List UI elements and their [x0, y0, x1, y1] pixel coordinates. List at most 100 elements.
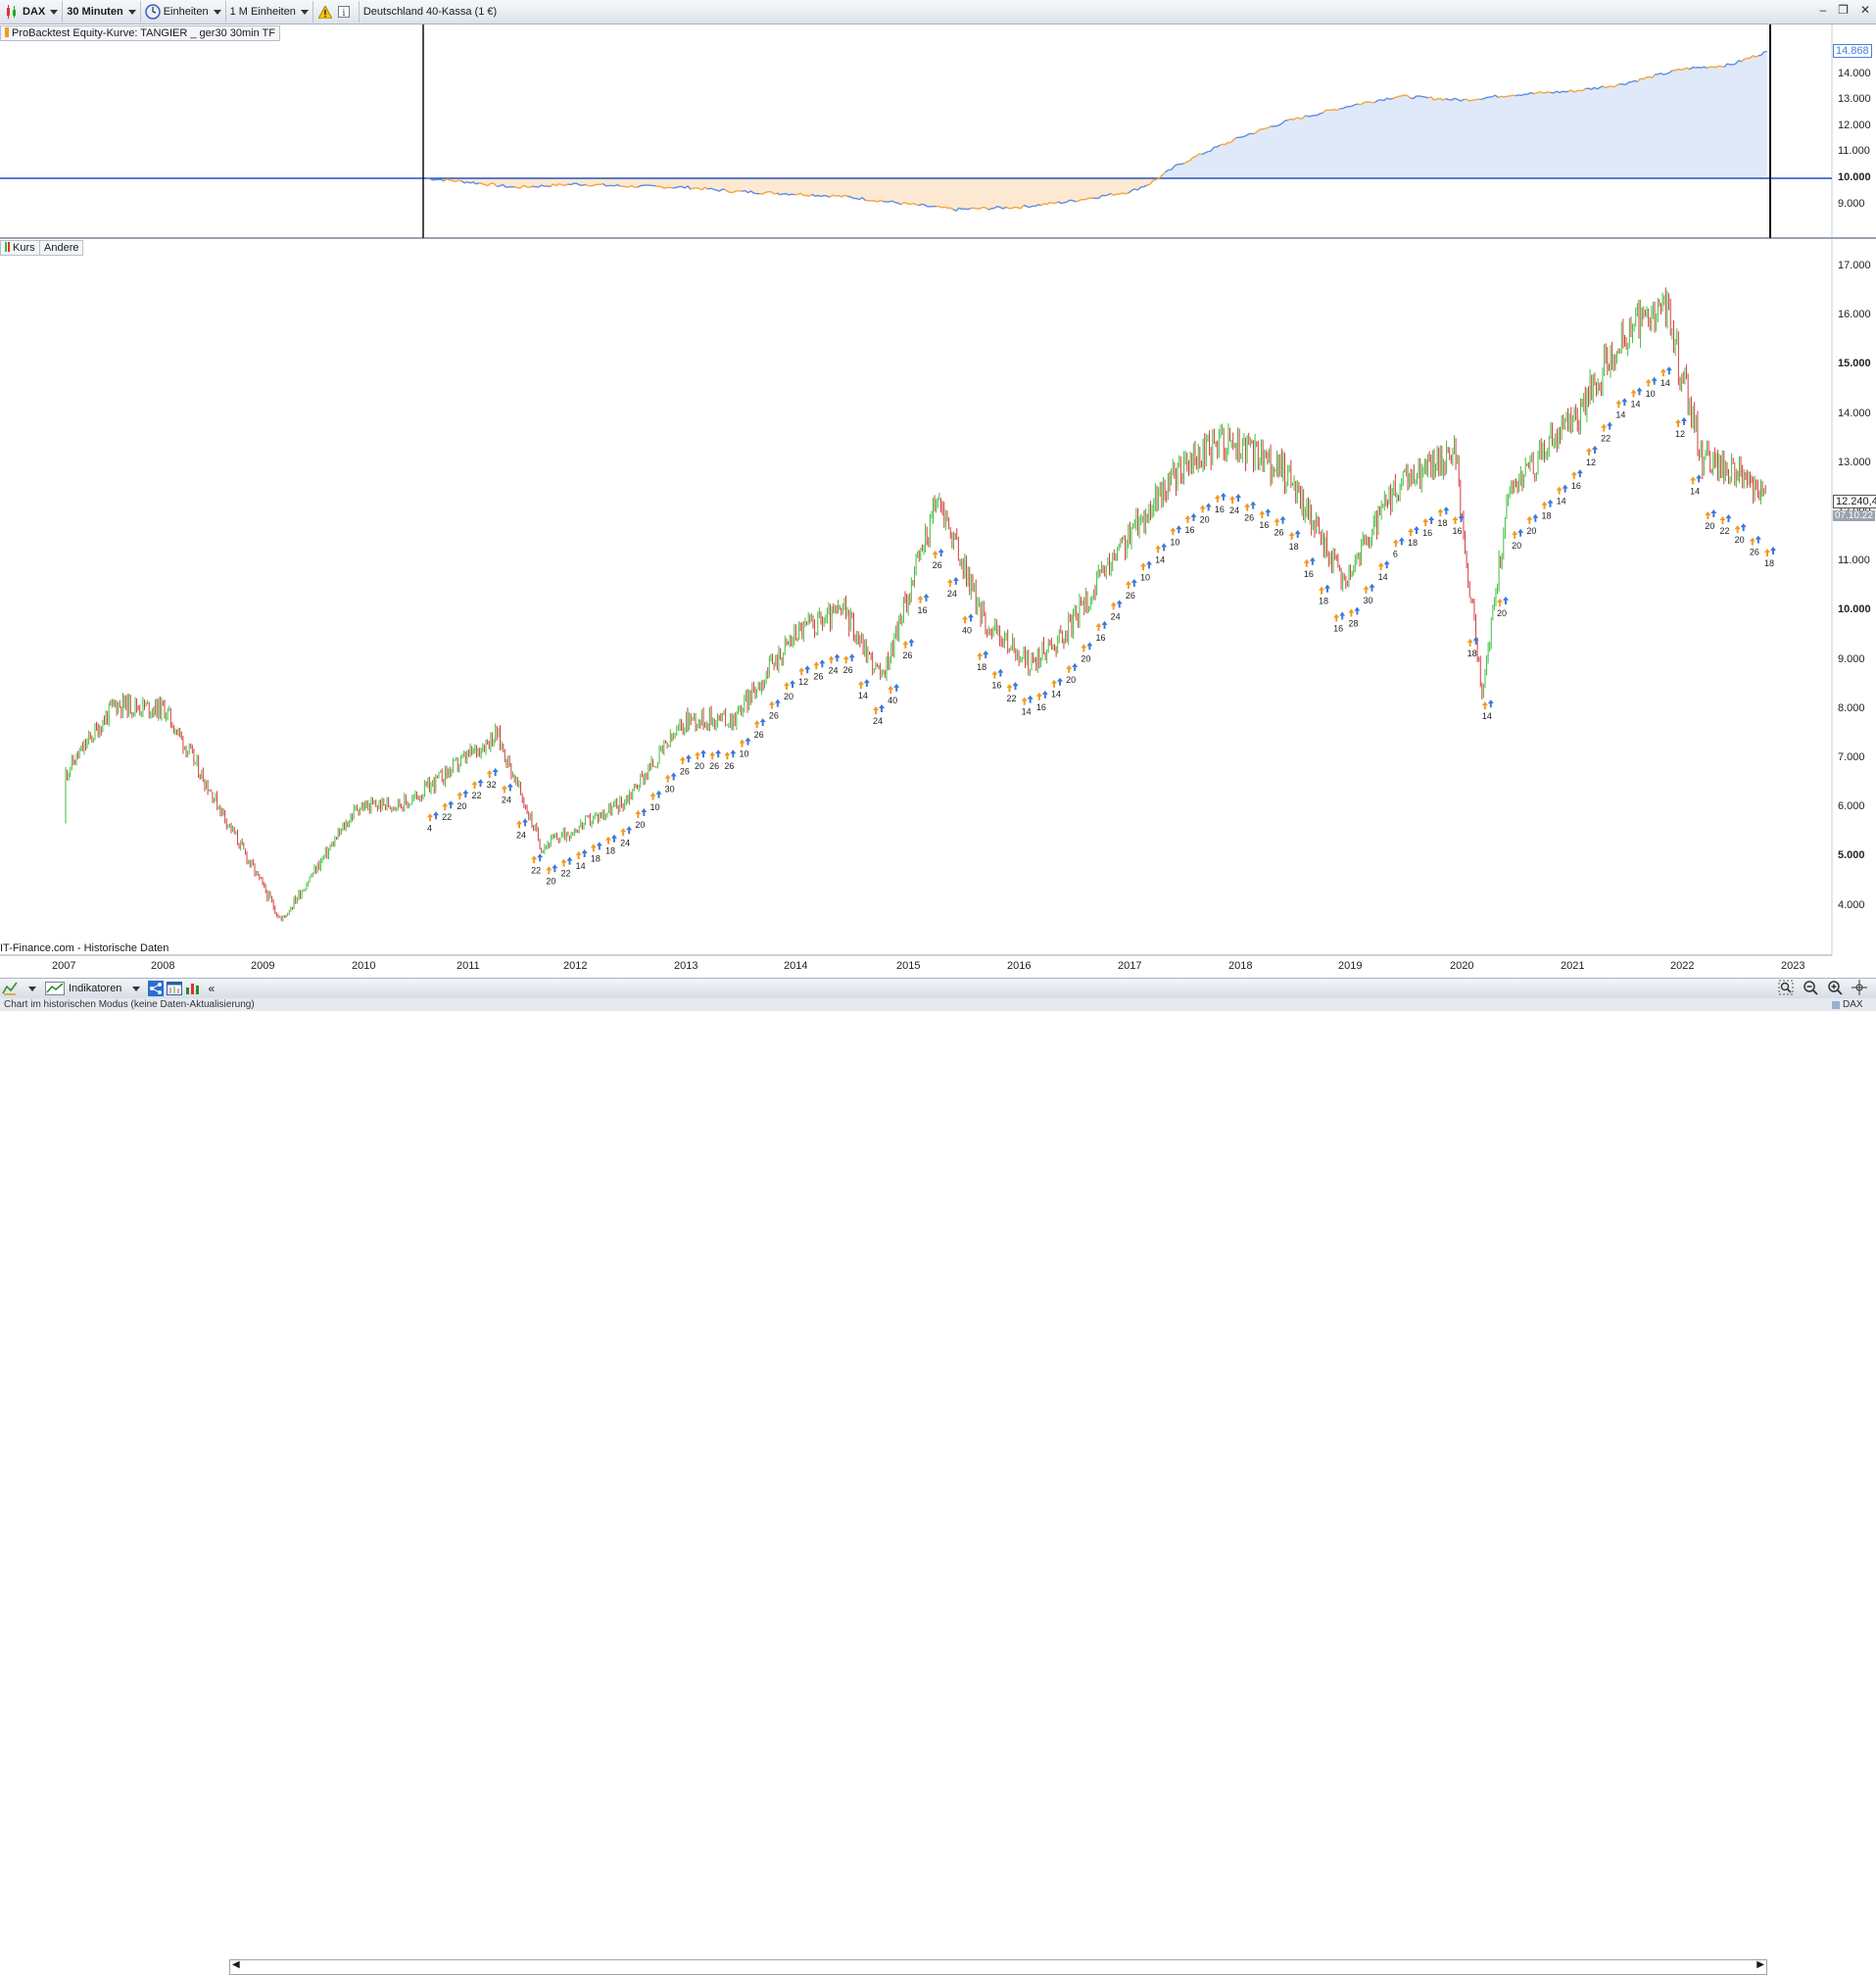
trade-marker[interactable]: 20 — [546, 864, 557, 886]
trade-marker[interactable]: 18 — [1408, 526, 1419, 548]
trade-marker[interactable]: 26 — [1275, 516, 1286, 538]
trade-marker[interactable]: 10 — [1140, 560, 1152, 582]
zoom-fit-icon[interactable] — [1778, 980, 1794, 995]
trade-marker[interactable]: 20 — [695, 749, 706, 771]
trade-marker[interactable]: 18 — [1764, 547, 1776, 568]
trade-marker[interactable]: 22 — [442, 800, 454, 822]
trade-marker[interactable]: 20 — [1081, 642, 1092, 663]
trade-marker[interactable]: 16 — [1096, 621, 1108, 643]
trade-marker[interactable]: 22 — [1007, 682, 1019, 703]
trade-marker[interactable]: 22 — [561, 857, 573, 879]
trade-marker[interactable]: 26 — [843, 653, 855, 675]
trade-marker[interactable]: 32 — [487, 768, 499, 790]
trade-marker[interactable]: 14 — [1051, 678, 1063, 699]
trade-marker[interactable]: 22 — [472, 779, 484, 800]
trade-marker[interactable]: 14 — [1631, 387, 1643, 409]
trade-marker[interactable]: 20 — [1512, 529, 1523, 551]
trade-marker[interactable]: 16 — [1571, 469, 1583, 491]
trade-marker[interactable]: 16 — [918, 594, 930, 615]
trade-marker[interactable]: 4 — [427, 811, 439, 833]
trade-marker[interactable]: 14 — [1615, 398, 1627, 419]
scroll-left-icon[interactable]: ◀ — [232, 1959, 240, 1970]
trade-marker[interactable]: 20 — [1526, 514, 1538, 536]
trade-marker[interactable]: 10 — [1646, 377, 1658, 399]
trade-marker[interactable]: 26 — [1126, 579, 1137, 601]
trade-marker[interactable]: 14 — [576, 849, 588, 871]
draw-tool-icon[interactable] — [2, 981, 18, 996]
zoom-out-icon[interactable] — [1803, 980, 1818, 995]
chart-window-icon[interactable] — [167, 981, 182, 996]
trade-marker[interactable]: 30 — [665, 773, 677, 795]
trade-marker[interactable]: 14 — [1022, 696, 1034, 717]
trade-marker[interactable]: 20 — [635, 808, 647, 830]
trade-marker[interactable]: 22 — [531, 853, 543, 875]
chevron-down-icon[interactable] — [132, 987, 140, 991]
trade-marker[interactable]: 16 — [1259, 508, 1271, 530]
trade-marker[interactable]: 14 — [1378, 560, 1390, 582]
trade-marker[interactable]: 18 — [1319, 585, 1330, 606]
trade-marker[interactable]: 18 — [1289, 530, 1301, 552]
trade-marker[interactable]: 14 — [1690, 474, 1702, 496]
trade-marker[interactable]: 18 — [1437, 506, 1449, 528]
trade-marker[interactable]: 26 — [933, 549, 944, 570]
trade-marker[interactable]: 26 — [902, 639, 914, 660]
chevron-down-icon[interactable] — [28, 987, 36, 991]
trade-marker[interactable]: 26 — [813, 659, 825, 681]
share-icon[interactable] — [148, 981, 164, 996]
trade-marker[interactable]: 20 — [1200, 503, 1212, 524]
trade-marker[interactable]: 16 — [1422, 516, 1434, 538]
trade-marker[interactable]: 24 — [502, 784, 513, 805]
indicators-button[interactable]: Indikatoren — [69, 983, 121, 994]
scroll-right-icon[interactable]: ▶ — [1756, 1959, 1764, 1970]
trade-marker[interactable]: 16 — [1333, 611, 1345, 633]
trade-marker[interactable]: 10 — [740, 738, 751, 759]
trade-marker[interactable]: 26 — [1750, 536, 1761, 557]
trade-marker[interactable]: 24 — [1111, 600, 1123, 621]
other-panel-button[interactable]: Andere — [39, 240, 83, 256]
trade-marker[interactable]: 10 — [650, 791, 662, 812]
trade-marker[interactable]: 24 — [829, 653, 841, 675]
crosshair-icon[interactable] — [1852, 980, 1867, 995]
chart-area[interactable]: 4222022322424222022141818242010302620262… — [0, 0, 1876, 978]
zoom-in-icon[interactable] — [1827, 980, 1843, 995]
trade-marker[interactable]: 16 — [1036, 691, 1048, 712]
trade-marker[interactable]: 22 — [1720, 514, 1732, 536]
trade-marker[interactable]: 26 — [769, 699, 781, 721]
trade-marker[interactable]: 20 — [457, 790, 468, 811]
trade-marker[interactable]: 12 — [1675, 417, 1687, 439]
trade-marker[interactable]: 28 — [1348, 606, 1360, 628]
trade-marker[interactable]: 16 — [1304, 557, 1316, 579]
trade-marker[interactable]: 30 — [1364, 584, 1375, 605]
trade-marker[interactable]: 24 — [873, 704, 885, 726]
trade-marker[interactable]: 18 — [1542, 500, 1554, 521]
trade-marker[interactable]: 24 — [1229, 494, 1241, 515]
trade-marker[interactable]: 20 — [1497, 597, 1509, 618]
trade-marker[interactable]: 26 — [724, 749, 736, 771]
trade-marker[interactable]: 20 — [1066, 663, 1078, 685]
price-panel-label[interactable]: Kurs — [0, 240, 40, 256]
trade-marker[interactable]: 14 — [1482, 699, 1494, 721]
trade-marker[interactable]: 16 — [1185, 513, 1197, 535]
trade-marker[interactable]: 26 — [680, 754, 692, 776]
trade-marker[interactable]: 16 — [1215, 493, 1227, 514]
trade-marker[interactable]: 10 — [1170, 525, 1181, 547]
trade-marker[interactable]: 14 — [1155, 543, 1167, 564]
bar-chart-icon[interactable] — [185, 981, 201, 996]
trade-marker[interactable]: 18 — [591, 842, 602, 863]
equity-panel-label[interactable]: ProBacktest Equity-Kurve: TANGIER _ ger3… — [0, 25, 280, 41]
trade-marker[interactable]: 18 — [605, 835, 617, 856]
trade-marker[interactable]: 12 — [798, 665, 810, 687]
trade-marker[interactable]: 26 — [709, 749, 721, 771]
trade-marker[interactable]: 24 — [620, 826, 632, 847]
trade-marker[interactable]: 18 — [977, 650, 988, 672]
double-chevron-left-icon[interactable]: « — [208, 982, 215, 995]
trade-marker[interactable]: 20 — [784, 680, 795, 701]
trade-marker[interactable]: 40 — [962, 613, 974, 635]
trade-marker[interactable]: 16 — [991, 669, 1003, 691]
trade-marker[interactable]: 20 — [1705, 509, 1716, 531]
trade-marker[interactable]: 20 — [1735, 523, 1747, 545]
trade-marker[interactable]: 16 — [1453, 514, 1465, 536]
trade-marker[interactable]: 14 — [1660, 366, 1672, 388]
trade-marker[interactable]: 40 — [888, 684, 899, 705]
trade-marker[interactable]: 14 — [1557, 485, 1568, 506]
